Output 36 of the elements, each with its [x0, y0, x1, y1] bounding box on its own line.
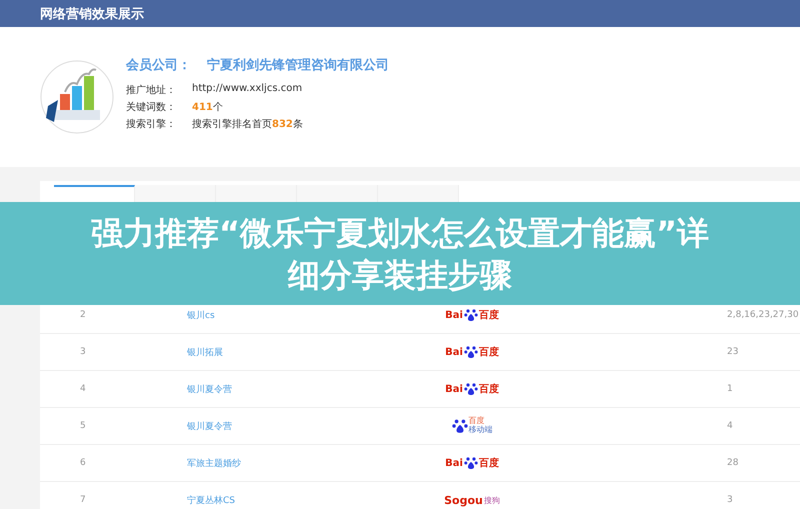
headline-text: 强力推荐“微乐宁夏划水怎么设置才能赢”详细分享装挂步骤 — [90, 212, 710, 296]
search-engine-logo: Sogou 搜狗 — [444, 494, 500, 506]
rank-value: 4 — [726, 421, 734, 431]
row-number: 5 — [79, 421, 87, 431]
search-engine-logo: 百度 移动端 — [452, 417, 492, 435]
field-label: 搜索引擎： — [126, 118, 177, 130]
row-number: 7 — [79, 495, 87, 505]
search-engine-logo: Bai 百度 — [445, 345, 499, 359]
row-number: 2 — [79, 310, 87, 320]
row-number: 6 — [79, 458, 87, 468]
field-label: 推广地址： — [126, 84, 177, 96]
search-engine-logo: Bai 百度 — [445, 456, 499, 470]
company-label: 会员公司： — [126, 56, 191, 74]
field-value: http://www.xxljcs.com — [192, 82, 302, 96]
company-name: 宁夏利剑先锋管理咨询有限公司 — [207, 56, 389, 74]
field-label: 关键词数： — [126, 100, 177, 114]
keyword-link[interactable]: 银川拓展 — [147, 346, 357, 358]
rank-value: 23 — [726, 347, 740, 357]
row-number: 3 — [79, 347, 87, 357]
rank-value: 3 — [726, 495, 734, 505]
rank-value: 28 — [726, 458, 740, 468]
search-engine-logo: Bai 百度 — [445, 382, 499, 396]
keyword-link[interactable]: 银川夏令营 — [147, 382, 357, 396]
filter-tab[interactable] — [54, 185, 135, 202]
row-number: 4 — [79, 384, 87, 394]
bar-chart-logo-icon — [40, 60, 114, 134]
page-title: 网络营销效果展示 — [40, 6, 144, 22]
search-engine-logo: Bai 百度 — [445, 308, 499, 322]
keyword-link[interactable]: 宁夏丛林CS — [147, 494, 357, 506]
rank-value: 1 — [726, 384, 734, 394]
field-value: 411个 — [192, 100, 223, 114]
keyword-link[interactable]: 军旅主题婚纱 — [147, 456, 357, 470]
keyword-link[interactable]: 银川夏令营 — [147, 420, 357, 432]
keyword-link[interactable]: 银川cs — [147, 308, 357, 322]
field-value: 搜索引擎排名首页832条 — [192, 118, 303, 130]
rank-value: 2,8,16,23,27,30 — [726, 310, 800, 320]
